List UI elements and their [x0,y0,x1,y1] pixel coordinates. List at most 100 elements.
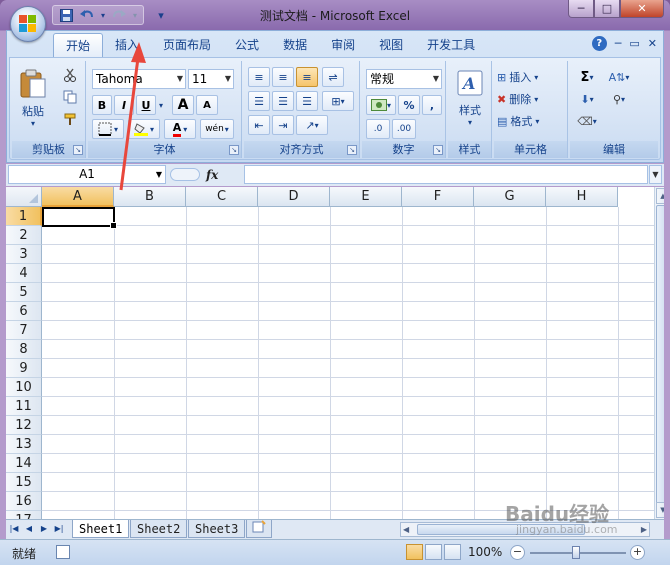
row-header-17[interactable]: 17 [6,511,42,519]
first-sheet-icon[interactable]: |◀ [8,522,20,536]
column-header-h[interactable]: H [546,187,618,207]
format-cells-button[interactable]: ▤ 格式 ▾ [496,111,564,131]
tab-developer[interactable]: 开发工具 [415,33,487,57]
zoom-level[interactable]: 100% [468,545,502,559]
row-header-12[interactable]: 12 [6,416,42,435]
row-header-8[interactable]: 8 [6,340,42,359]
scroll-right-icon[interactable]: ▶ [641,523,647,536]
currency-icon[interactable]: ▾ [366,95,396,115]
zoom-in-icon[interactable]: + [630,545,645,560]
fill-color-button[interactable]: ▾ [128,119,160,139]
vertical-scroll-thumb[interactable] [656,205,664,505]
column-header-e[interactable]: E [330,187,402,207]
row-header-9[interactable]: 9 [6,359,42,378]
column-header-c[interactable]: C [186,187,258,207]
align-top-icon[interactable]: ≡ [248,67,270,87]
number-launcher-icon[interactable]: ↘ [433,145,443,155]
number-format-dropdown[interactable]: 常规 ▼ [366,69,442,89]
increase-indent-icon[interactable]: ⇥ [272,115,294,135]
row-header-16[interactable]: 16 [6,492,42,511]
last-sheet-icon[interactable]: ▶| [53,522,65,536]
underline-button[interactable]: U [136,95,156,115]
close-button[interactable]: ✕ [620,0,664,18]
ribbon-close-button[interactable]: ✕ [648,37,657,50]
row-header-7[interactable]: 7 [6,321,42,340]
row-header-10[interactable]: 10 [6,378,42,397]
row-header-13[interactable]: 13 [6,435,42,454]
select-all-button[interactable] [6,187,42,207]
normal-view-icon[interactable] [406,544,423,560]
active-cell-a1[interactable] [42,207,117,229]
tab-review[interactable]: 审阅 [319,33,367,57]
tab-formulas[interactable]: 公式 [223,33,271,57]
italic-button[interactable]: I [114,95,134,115]
office-button[interactable] [10,6,46,42]
font-name-dropdown[interactable]: Tahoma ▼ [92,69,186,89]
increase-decimal-button[interactable]: .0 [366,119,390,139]
font-color-button[interactable]: A ▾ [164,119,196,139]
grow-font-button[interactable]: A [172,95,194,115]
copy-icon[interactable] [60,87,80,107]
percent-button[interactable]: % [398,95,420,115]
tab-page-layout[interactable]: 页面布局 [151,33,223,57]
scroll-down-icon[interactable]: ▼ [656,502,664,518]
maximize-button[interactable]: □ [594,0,620,18]
shrink-font-button[interactable]: A [196,95,218,115]
delete-cells-button[interactable]: ✖ 删除 ▾ [496,89,564,109]
row-header-4[interactable]: 4 [6,264,42,283]
sort-filter-button[interactable]: A⇅ ▾ [604,67,634,87]
font-size-dropdown[interactable]: 11 ▼ [188,69,234,89]
insert-cells-button[interactable]: ⊞ 插入 ▾ [496,67,564,87]
row-header-15[interactable]: 15 [6,473,42,492]
styles-button[interactable]: A 样式 ▾ [452,65,488,131]
clear-button[interactable]: ⌫ ▾ [574,111,600,131]
clipboard-launcher-icon[interactable]: ↘ [73,145,83,155]
row-header-6[interactable]: 6 [6,302,42,321]
tab-home[interactable]: 开始 [53,33,104,57]
wrap-text-icon[interactable]: ⇌ [322,67,344,87]
align-bottom-icon[interactable]: ≡ [296,67,318,87]
column-header-a[interactable]: A [42,187,114,207]
align-right-icon[interactable]: ☰ [296,91,318,111]
alignment-launcher-icon[interactable]: ↘ [347,145,357,155]
page-break-view-icon[interactable] [444,544,461,560]
merge-center-icon[interactable]: ⊞ ▾ [322,91,354,111]
row-header-3[interactable]: 3 [6,245,42,264]
vertical-scrollbar[interactable]: ▲ ▼ [654,187,664,519]
scroll-up-icon[interactable]: ▲ [656,188,664,204]
find-select-button[interactable]: ⚲ ▾ [604,89,634,109]
tab-view[interactable]: 视图 [367,33,415,57]
zoom-slider-thumb[interactable] [572,546,580,559]
prev-sheet-icon[interactable]: ◀ [23,522,35,536]
align-center-icon[interactable]: ☰ [272,91,294,111]
sheet-tab-2[interactable]: Sheet2 [130,520,188,538]
sheet-tab-3[interactable]: Sheet3 [188,520,246,538]
formula-input[interactable] [244,165,648,184]
decrease-indent-icon[interactable]: ⇤ [248,115,270,135]
macro-record-icon[interactable] [56,545,70,559]
worksheet-grid[interactable]: ABCDEFGH 1234567891011121314151617 ▲ ▼ [6,187,664,519]
column-header-b[interactable]: B [114,187,186,207]
fill-button[interactable]: ⬇ ▾ [574,89,600,109]
ribbon-minimize-button[interactable]: ─ [615,37,622,50]
next-sheet-icon[interactable]: ▶ [38,522,50,536]
orientation-icon[interactable]: ↗ ▾ [296,115,328,135]
comma-button[interactable]: , [422,95,442,115]
row-header-5[interactable]: 5 [6,283,42,302]
minimize-button[interactable]: ─ [568,0,594,18]
borders-button[interactable]: ▾ [92,119,124,139]
zoom-out-icon[interactable]: − [510,545,525,560]
format-painter-icon[interactable] [60,109,80,129]
row-header-11[interactable]: 11 [6,397,42,416]
underline-dropdown-icon[interactable]: ▾ [156,95,166,115]
page-layout-view-icon[interactable] [425,544,442,560]
row-header-14[interactable]: 14 [6,454,42,473]
column-header-f[interactable]: F [402,187,474,207]
row-header-1[interactable]: 1 [6,207,42,226]
decrease-decimal-button[interactable]: .00 [392,119,416,139]
column-header-g[interactable]: G [474,187,546,207]
row-header-2[interactable]: 2 [6,226,42,245]
autosum-button[interactable]: Σ ▾ [574,67,600,87]
cut-icon[interactable] [60,65,80,85]
name-box[interactable]: A1 ▼ [8,165,166,184]
